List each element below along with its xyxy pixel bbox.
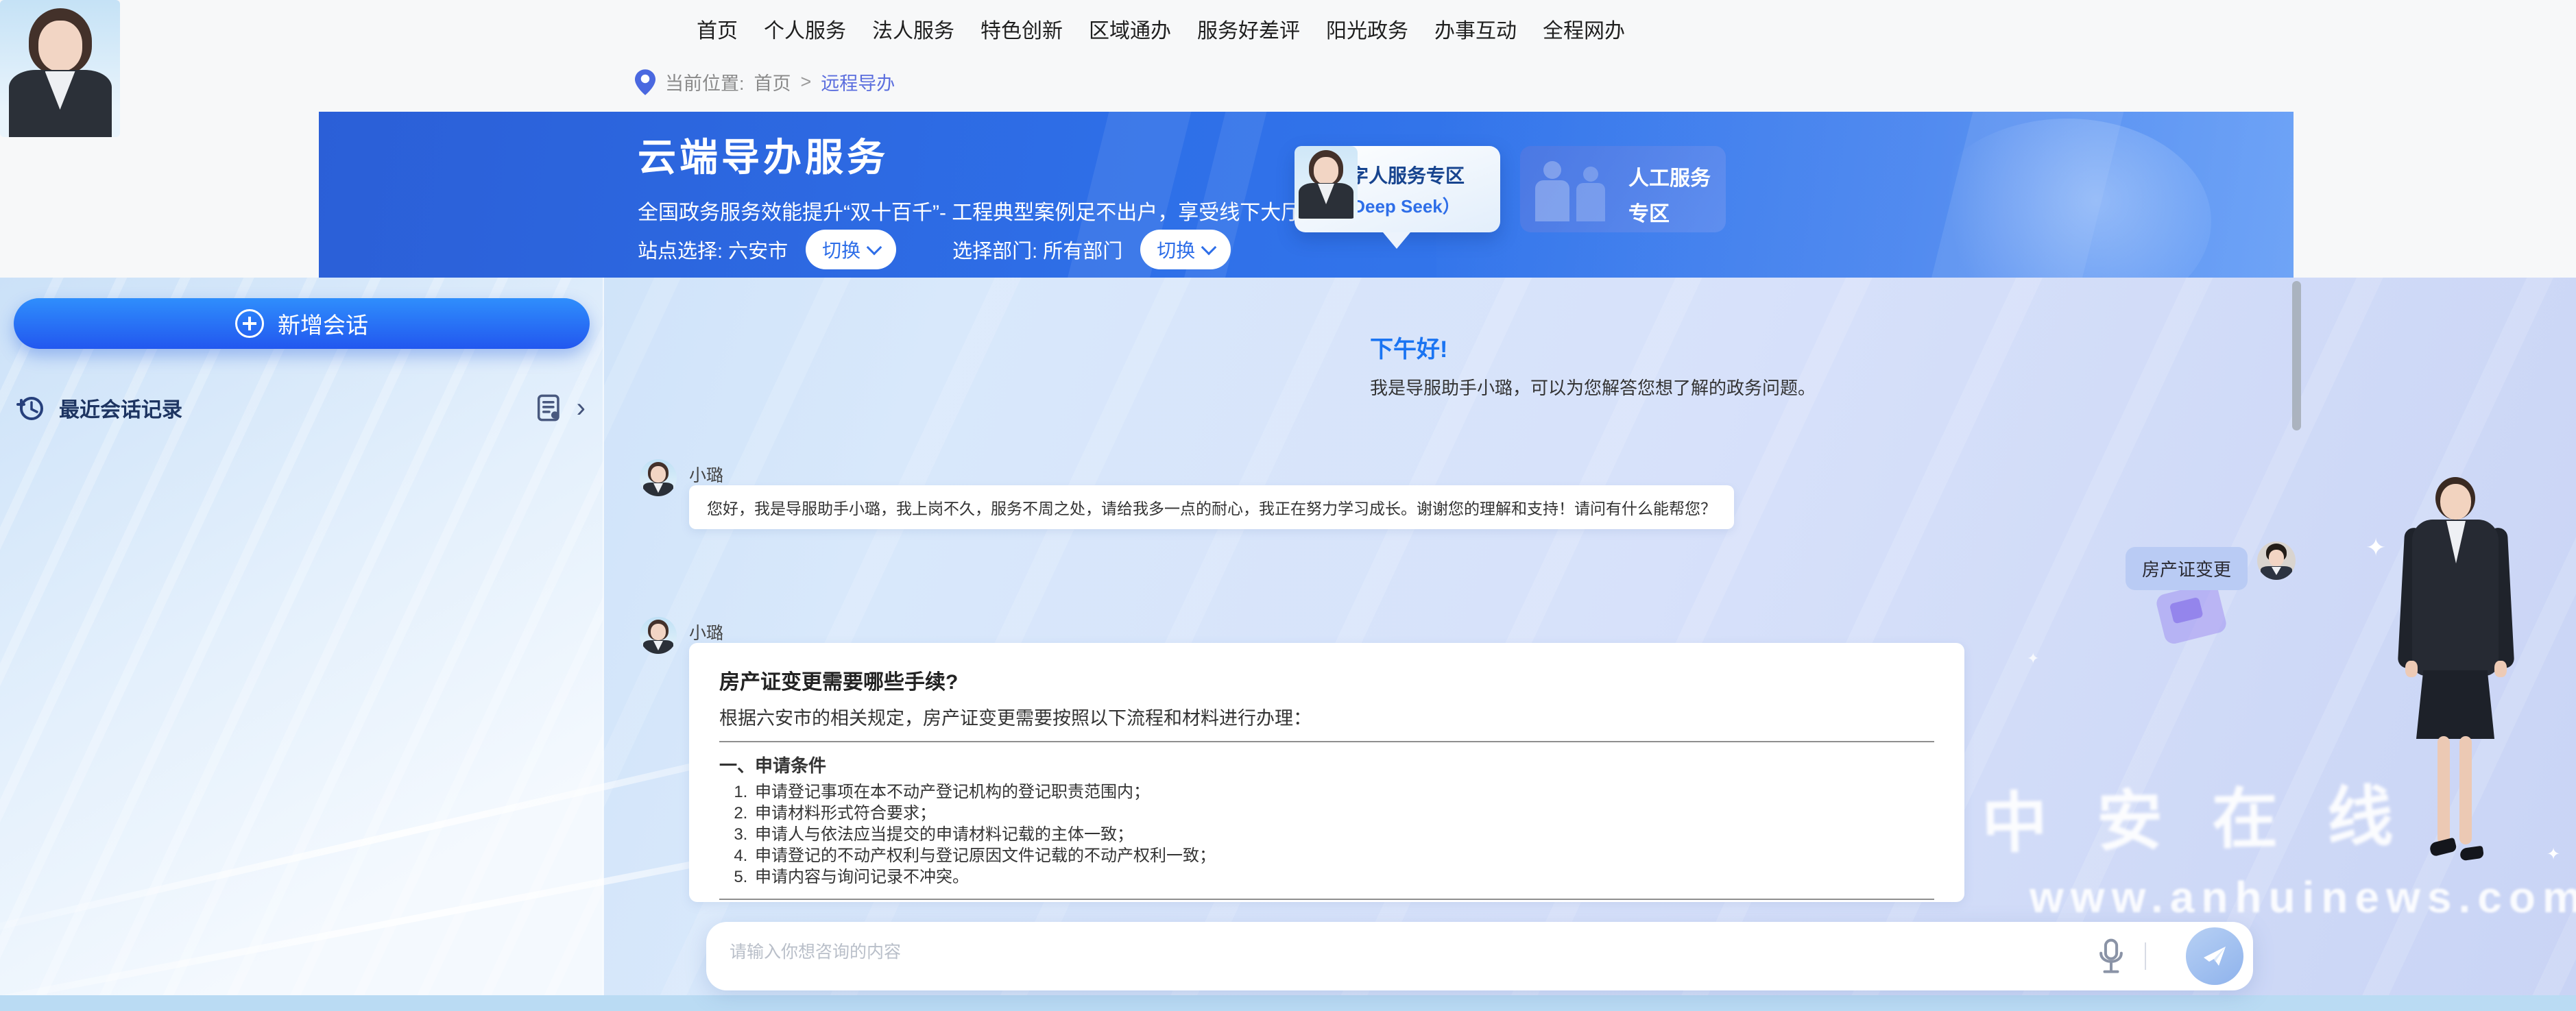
history-clock-icon <box>16 393 45 422</box>
greeting-message: 我是导服助手小璐，可以为您解答您想了解的政务问题。 <box>1370 374 1816 400</box>
recent-sessions-row[interactable]: 最近会话记录 › <box>16 393 586 423</box>
nav-open-government[interactable]: 阳光政务 <box>1326 14 1408 44</box>
figure-hand <box>2494 661 2507 677</box>
watermark-text: 中安在线 <box>1981 762 2443 866</box>
greeting-title: 下午好! <box>1370 330 1447 364</box>
assistant-name: 小璐 <box>689 620 723 644</box>
page-title: 云端导办服务 <box>638 127 889 182</box>
chevron-down-icon <box>867 240 882 256</box>
operator-silhouette <box>1543 161 1561 179</box>
condition-item: 申请材料形式符合要求； <box>752 803 1934 824</box>
nav-regional-services[interactable]: 区域通办 <box>1089 14 1171 44</box>
digital-human-service-card[interactable]: 数字人服务专区 （Deep Seek） <box>1295 146 1500 232</box>
banner-controls: 站点选择: 六安市 切换 选择部门: 所有部门 切换 <box>638 230 1231 269</box>
nav-personal-services[interactable]: 个人服务 <box>764 14 846 44</box>
microphone-icon[interactable] <box>2098 938 2124 975</box>
manual-card-texts: 人工服务 专区 <box>1628 161 1711 227</box>
sparkle-icon: ✦ <box>2547 844 2560 864</box>
assistant-intro-message: 您好，我是导服助手小璐，我上岗不久，服务不周之处，请给我多一点的耐心，我正在努力… <box>689 485 1734 529</box>
site-select-label: 站点选择: 六安市 <box>638 235 788 264</box>
site-switch-button[interactable]: 切换 <box>806 230 896 269</box>
nav-home[interactable]: 首页 <box>697 14 738 44</box>
figure-face <box>2440 484 2471 520</box>
chevron-right-icon[interactable]: › <box>577 398 586 418</box>
answer-conditions-list: 申请登记事项在本不动产登记机构的登记职责范围内； 申请材料形式符合要求； 申请人… <box>719 781 1934 888</box>
nav-online-services[interactable]: 全程网办 <box>1543 14 1625 44</box>
assistant-avatar <box>640 459 677 496</box>
operator-silhouette <box>1583 167 1598 182</box>
new-session-label: 新增会话 <box>278 307 368 340</box>
breadcrumb: 当前位置: 首页 > 远程导办 <box>635 69 895 95</box>
sidebar-divider <box>603 278 604 1011</box>
figure-shoe <box>2459 846 2484 862</box>
banner: 云端导办服务 全国政务服务效能提升“双十百千”- 工程典型案例足不出户，享受线下… <box>319 112 2294 278</box>
digital-assistant-avatar <box>1295 146 1358 219</box>
recent-sessions-right: › <box>537 394 586 422</box>
condition-item: 申请人与依法应当提交的申请材料记载的主体一致； <box>752 824 1934 845</box>
bottom-strip <box>0 995 2576 1011</box>
nav-legal-services[interactable]: 法人服务 <box>872 14 954 44</box>
answer-intro: 根据六安市的相关规定，房产证变更需要按照以下流程和材料进行办理： <box>719 703 1934 730</box>
sparkle-icon: ✦ <box>2366 533 2386 562</box>
manual-service-card[interactable]: 人工服务 专区 <box>1520 146 1726 232</box>
dept-select-label: 选择部门: 所有部门 <box>952 235 1122 264</box>
breadcrumb-current[interactable]: 远程导办 <box>821 69 895 95</box>
user-message-bubble: 房产证变更 <box>2126 547 2248 590</box>
breadcrumb-separator: > <box>801 71 812 93</box>
new-session-button[interactable]: 新增会话 <box>14 298 590 349</box>
operator-silhouette <box>1576 183 1605 221</box>
user-avatar <box>2257 541 2296 580</box>
paper-plane-icon <box>2201 942 2228 970</box>
answer-divider <box>719 899 1934 900</box>
manual-card-title-line2: 专区 <box>1628 197 1711 227</box>
answer-heading: 房产证变更需要哪些手续? <box>719 665 1934 695</box>
condition-item: 申请内容与询问记录不冲突。 <box>752 866 1934 888</box>
composer-bar <box>706 922 2253 990</box>
cloud-guide-service-page: 首页 个人服务 法人服务 特色创新 区域通办 服务好差评 阳光政务 办事互动 全… <box>0 0 2576 1011</box>
session-list-icon[interactable] <box>537 394 562 422</box>
sparkle-icon: ✦ <box>2027 650 2039 668</box>
chat-input[interactable] <box>730 931 2019 986</box>
breadcrumb-home[interactable]: 首页 <box>754 69 791 95</box>
assistant-avatar <box>640 617 677 654</box>
nav-interaction[interactable]: 办事互动 <box>1434 14 1517 44</box>
banner-subtitle: 全国政务服务效能提升“双十百千”- 工程典型案例足不出户，享受线下大厅同质服务 <box>638 195 1384 226</box>
send-button[interactable] <box>2186 927 2243 985</box>
breadcrumb-prefix: 当前位置: <box>665 69 745 95</box>
figure-leg <box>2459 736 2472 844</box>
nav-featured-innovation[interactable]: 特色创新 <box>980 14 1063 44</box>
recent-sessions-left: 最近会话记录 <box>16 393 182 423</box>
figure-hand <box>2405 661 2418 677</box>
figure-skirt <box>2416 670 2494 739</box>
plus-circle-icon <box>235 309 264 338</box>
watermark-url: www.anhuinews.com <box>2030 872 2576 923</box>
assistant-greeting-avatar <box>0 0 120 137</box>
answer-section1-title: 一、申请条件 <box>719 752 1934 777</box>
nav-service-rating[interactable]: 服务好差评 <box>1197 14 1300 44</box>
recent-sessions-label: 最近会话记录 <box>59 393 182 423</box>
location-pin-icon <box>635 69 655 95</box>
answer-divider <box>719 741 1934 742</box>
site-switch-label: 切换 <box>822 236 860 263</box>
assistant-answer-card: 房产证变更需要哪些手续? 根据六安市的相关规定，房产证变更需要按照以下流程和材料… <box>689 643 1964 902</box>
dept-switch-label: 切换 <box>1157 236 1195 263</box>
chat-scrollbar-thumb[interactable] <box>2292 281 2301 430</box>
chevron-down-icon <box>1201 240 1217 256</box>
dept-switch-button[interactable]: 切换 <box>1140 230 1231 269</box>
composer-divider <box>2145 942 2146 970</box>
condition-item: 申请登记事项在本不动产登记机构的登记职责范围内； <box>752 781 1934 803</box>
digital-card-selected-pointer <box>1383 232 1410 249</box>
condition-item: 申请登记的不动产权利与登记原因文件记载的不动产权利一致； <box>752 845 1934 866</box>
assistant-name: 小璐 <box>689 462 723 487</box>
manual-card-title-line1: 人工服务 <box>1628 161 1711 191</box>
top-nav: 首页 个人服务 法人服务 特色创新 区域通办 服务好差评 阳光政务 办事互动 全… <box>697 14 1625 44</box>
operator-silhouette <box>1535 180 1569 221</box>
